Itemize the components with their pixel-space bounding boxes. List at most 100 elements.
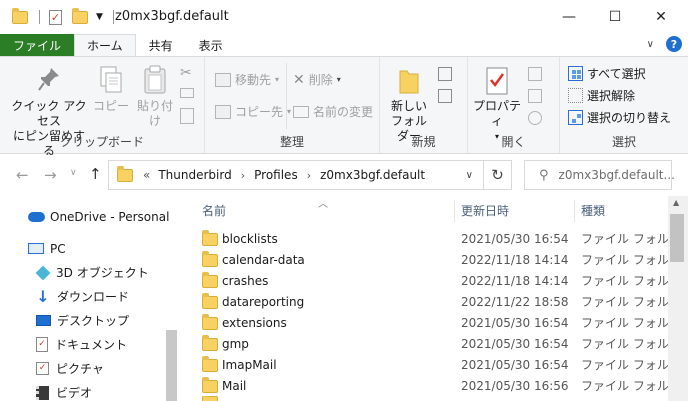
new-group: 新しい フォルダー 新規 bbox=[380, 57, 468, 153]
move-to-button[interactable]: 移動先 ▾ bbox=[215, 71, 279, 88]
file-row[interactable]: extensions 2021/05/30 16:54 ファイル フォルダー bbox=[188, 312, 688, 333]
pictures-icon: ✓ bbox=[36, 362, 49, 375]
file-row[interactable]: blocklists 2021/05/30 16:54 ファイル フォルダー bbox=[188, 228, 688, 249]
tab-home[interactable]: ホーム bbox=[74, 34, 136, 56]
title-bar: ✓ ▼ z0mx3bgf.default — ☐ ✕ bbox=[0, 0, 688, 34]
clipboard-group-label: クリップボード bbox=[59, 135, 144, 149]
folder-icon bbox=[117, 165, 133, 182]
copy-path-icon[interactable] bbox=[180, 88, 194, 98]
up-arrow-icon[interactable]: ↑ bbox=[89, 165, 102, 183]
new-item-icon[interactable] bbox=[438, 67, 452, 81]
address-dropdown-icon[interactable]: ∨ bbox=[466, 170, 473, 181]
paste-button[interactable]: 貼り付け bbox=[132, 65, 178, 129]
scroll-up-icon[interactable]: ▲ bbox=[673, 198, 679, 207]
copy-to-button[interactable]: コピー先 ▾ bbox=[215, 103, 291, 120]
file-row[interactable]: ImapMail 2021/05/30 16:54 ファイル フォルダー bbox=[188, 354, 688, 375]
pin-icon bbox=[38, 68, 59, 91]
copy-to-icon bbox=[215, 104, 231, 119]
open-icon[interactable] bbox=[528, 67, 542, 81]
select-none-button[interactable]: 選択解除 bbox=[568, 87, 635, 104]
minimize-button[interactable]: — bbox=[546, 0, 592, 34]
nav-item-pictures[interactable]: ✓ ピクチャ bbox=[36, 357, 104, 380]
open-group: プロパティ ▾ 開く bbox=[468, 57, 560, 153]
select-group-label: 選択 bbox=[611, 135, 636, 149]
search-box[interactable]: ⚲ z0mx3bgf.default... bbox=[524, 160, 675, 190]
paste-shortcut-icon[interactable] bbox=[180, 108, 194, 124]
file-row[interactable] bbox=[188, 396, 666, 401]
history-icon[interactable] bbox=[528, 111, 542, 125]
new-folder-icon bbox=[399, 70, 419, 94]
rename-icon bbox=[293, 105, 309, 118]
file-row[interactable]: gmp 2021/05/30 16:54 ファイル フォルダー bbox=[188, 333, 688, 354]
column-divider[interactable] bbox=[454, 200, 455, 222]
breadcrumb-profiles[interactable]: Profiles bbox=[254, 168, 298, 182]
address-overflow[interactable]: « bbox=[143, 168, 150, 182]
select-group: すべて選択 選択解除 選択の切り替え 選択 bbox=[560, 57, 688, 153]
select-all-icon bbox=[568, 66, 583, 81]
expand-ribbon-icon[interactable]: ∨ bbox=[647, 39, 654, 50]
delete-button[interactable]: ✕ 削除 ▾ bbox=[293, 71, 341, 88]
column-header-date[interactable]: 更新日時 bbox=[461, 196, 509, 224]
new-group-label: 新規 bbox=[411, 135, 436, 149]
tab-share[interactable]: 共有 bbox=[136, 34, 186, 56]
nav-scrollbar-thumb[interactable] bbox=[166, 330, 177, 401]
pc-icon bbox=[28, 243, 44, 254]
select-all-button[interactable]: すべて選択 bbox=[568, 65, 646, 82]
edit-icon[interactable] bbox=[528, 89, 542, 103]
column-divider[interactable] bbox=[574, 200, 575, 222]
forward-arrow-icon[interactable]: → bbox=[44, 166, 57, 184]
paste-icon bbox=[144, 65, 166, 94]
cut-icon[interactable]: ✂ bbox=[180, 65, 192, 81]
invert-selection-button[interactable]: 選択の切り替え bbox=[568, 109, 671, 126]
nav-item-downloads[interactable]: ↓ ダウンロード bbox=[36, 285, 129, 308]
recent-locations-icon[interactable]: ∨ bbox=[70, 168, 77, 178]
ribbon-tabs: ファイル ホーム 共有 表示 ∨ ? bbox=[0, 34, 688, 56]
nav-item-documents[interactable]: ✓ ドキュメント bbox=[36, 333, 127, 356]
rename-button[interactable]: 名前の変更 bbox=[293, 103, 373, 120]
sort-ascending-icon: ︿ bbox=[318, 199, 328, 210]
tab-view[interactable]: 表示 bbox=[186, 34, 236, 56]
file-row[interactable]: datareporting 2022/11/22 18:58 ファイル フォルダ… bbox=[188, 291, 688, 312]
select-none-icon bbox=[568, 88, 583, 103]
easy-access-icon[interactable] bbox=[438, 89, 452, 103]
window-title: z0mx3bgf.default bbox=[115, 9, 229, 24]
organize-group-label: 整理 bbox=[279, 135, 304, 149]
folder-icon bbox=[202, 377, 218, 393]
maximize-button[interactable]: ☐ bbox=[592, 0, 638, 34]
nav-item-3d-objects[interactable]: 3D オブジェクト bbox=[35, 261, 149, 284]
customize-qat-icon[interactable]: ▼ bbox=[96, 12, 103, 22]
cloud-icon bbox=[28, 211, 45, 222]
breadcrumb-thunderbird[interactable]: Thunderbird bbox=[158, 168, 231, 182]
address-bar[interactable]: « Thunderbird › Profiles › z0mx3bgf.defa… bbox=[108, 160, 484, 190]
new-folder-icon[interactable] bbox=[72, 7, 88, 24]
column-header-type[interactable]: 種類 bbox=[581, 196, 605, 224]
breadcrumb-separator-icon[interactable]: › bbox=[241, 169, 245, 182]
nav-item-desktop[interactable]: デスクトップ bbox=[36, 309, 129, 332]
file-row[interactable]: crashes 2022/11/18 14:14 ファイル フォルダー bbox=[188, 270, 688, 291]
column-header-name[interactable]: 名前 bbox=[202, 196, 226, 224]
tab-file[interactable]: ファイル bbox=[0, 34, 75, 56]
file-row[interactable]: calendar-data 2022/11/18 14:14 ファイル フォルダ… bbox=[188, 249, 688, 270]
help-icon[interactable]: ? bbox=[666, 36, 682, 52]
copy-button[interactable]: コピー bbox=[92, 65, 130, 114]
back-arrow-icon[interactable]: ← bbox=[16, 166, 29, 184]
file-list-scrollbar-thumb[interactable] bbox=[670, 214, 684, 262]
invert-selection-icon bbox=[568, 110, 583, 125]
close-button[interactable]: ✕ bbox=[638, 0, 684, 34]
quick-access-toolbar: ✓ ▼ bbox=[12, 0, 114, 34]
refresh-button[interactable]: ↻ bbox=[484, 160, 512, 190]
navigation-pane: OneDrive - Personal PC 3D オブジェクト ↓ ダウンロー… bbox=[0, 196, 180, 401]
nav-item-pc[interactable]: PC bbox=[28, 237, 66, 260]
properties-icon[interactable]: ✓ bbox=[49, 9, 62, 25]
nav-item-onedrive[interactable]: OneDrive - Personal bbox=[28, 205, 169, 228]
folder-icon bbox=[202, 293, 218, 309]
search-placeholder: z0mx3bgf.default... bbox=[558, 168, 675, 182]
folder-icon bbox=[202, 335, 218, 351]
video-icon bbox=[36, 385, 49, 400]
file-row[interactable]: Mail 2021/05/30 16:56 ファイル フォルダー bbox=[188, 375, 688, 396]
folder-icon bbox=[202, 230, 218, 246]
nav-item-videos[interactable]: ビデオ bbox=[36, 381, 92, 401]
breadcrumb-current[interactable]: z0mx3bgf.default bbox=[320, 168, 425, 182]
refresh-icon: ↻ bbox=[491, 166, 504, 184]
breadcrumb-separator-icon[interactable]: › bbox=[307, 169, 311, 182]
